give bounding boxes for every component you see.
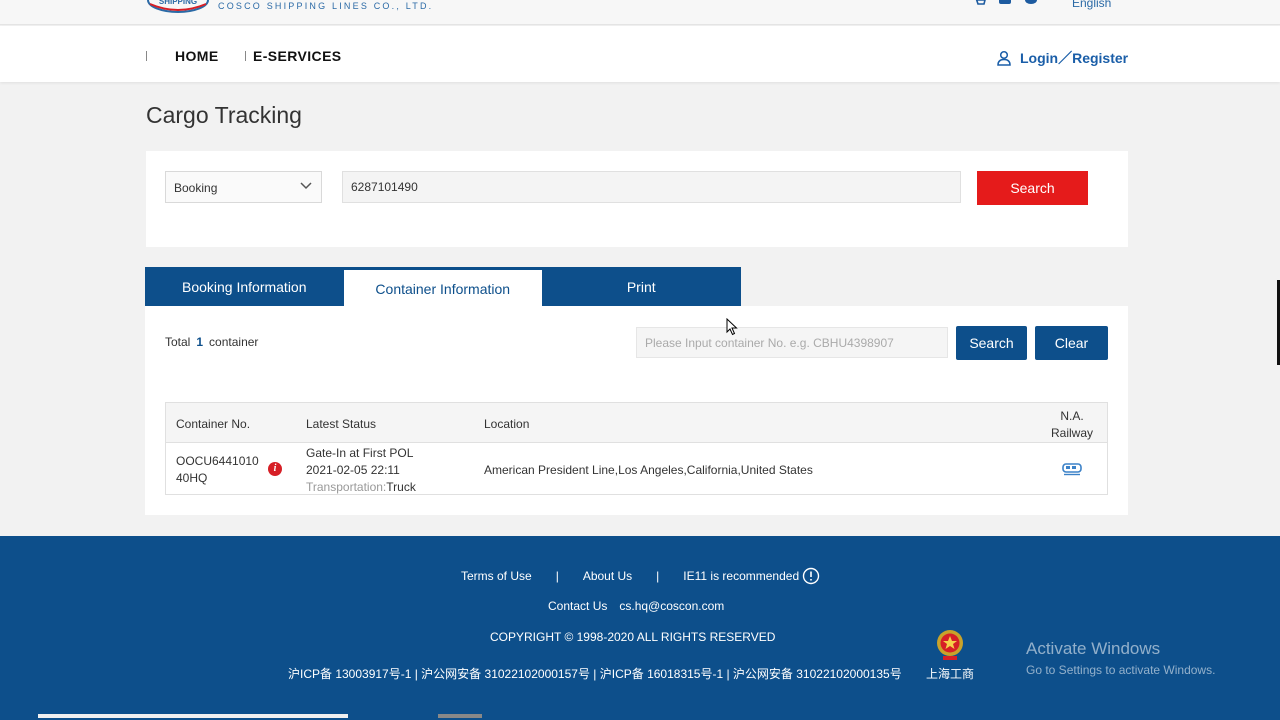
copyright: COPYRIGHT © 1998-2020 ALL RIGHTS RESERVE… (490, 630, 776, 644)
col-location: Location (484, 417, 530, 431)
total-number: 1 (196, 335, 204, 349)
chevron-down-icon (300, 182, 312, 190)
footer-separator: | (656, 569, 660, 583)
message-icon[interactable] (998, 0, 1012, 7)
container-search-input[interactable] (636, 327, 948, 358)
top-strip: SHIPPING COSCO SHIPPING LINES CO., LTD. … (0, 0, 1280, 25)
col-railway-line1: N.A. (1060, 409, 1084, 423)
total-count: Total 1 container (165, 335, 258, 349)
search-card: Booking Search (146, 151, 1128, 247)
nav-divider (245, 51, 246, 61)
contact-us-link[interactable]: Contact Us (548, 599, 607, 613)
mouse-cursor-icon (726, 318, 738, 336)
watermark-title: Activate Windows (1026, 639, 1161, 658)
terms-of-use-link[interactable]: Terms of Use (461, 569, 532, 583)
activate-windows-watermark: Activate Windows Go to Settings to activ… (1026, 639, 1215, 677)
status-datetime: 2021-02-05 22:11 (306, 463, 400, 477)
total-prefix: Total (165, 335, 191, 349)
footer-separator: | (555, 569, 559, 583)
transport-value: Truck (386, 480, 416, 494)
location-text: American President Line,Los Angeles,Cali… (484, 463, 813, 477)
col-railway-line2: Railway (1050, 426, 1093, 440)
chat-icon[interactable] (1024, 0, 1038, 7)
status-cell: Gate-In at First POL 2021-02-05 22:11 Tr… (306, 445, 416, 496)
cosco-logo[interactable]: SHIPPING (146, 0, 210, 14)
video-buffer-bar (438, 714, 482, 718)
company-name: COSCO SHIPPING LINES CO., LTD. (218, 1, 434, 11)
footer: Terms of Use | About Us | IE11 is recomm… (0, 536, 1280, 720)
table-header: Container No. Latest Status Location N.A… (166, 403, 1107, 443)
booking-number-input[interactable] (342, 171, 961, 203)
nav-home[interactable]: HOME (175, 48, 219, 64)
footer-contact: Contact Us cs.hq@coscon.com (548, 599, 724, 613)
top-icons (972, 0, 1038, 7)
language-switch[interactable]: English (1072, 0, 1111, 10)
tab-container-information[interactable]: Container Information (343, 270, 542, 307)
search-type-select[interactable]: Booking (165, 171, 322, 203)
cart-icon[interactable] (972, 0, 986, 7)
train-icon[interactable] (1062, 462, 1082, 476)
login-register-link[interactable]: Login／Register (996, 48, 1128, 68)
shanghai-commerce-link[interactable]: 上海工商 (926, 665, 974, 682)
col-latest-status: Latest Status (306, 417, 377, 431)
about-us-link[interactable]: About Us (583, 569, 632, 583)
container-size-type: 40HQ (176, 471, 208, 485)
container-search-button[interactable]: Search (956, 326, 1027, 360)
result-tabs: Booking Information Container Informatio… (145, 267, 741, 307)
nav-divider (146, 51, 147, 61)
tab-booking-information[interactable]: Booking Information (145, 267, 344, 307)
main-nav: HOME E-SERVICES Login／Register (0, 26, 1280, 82)
icp-record[interactable]: 沪ICP备 13003917号-1 | 沪公网安备 31022102000157… (288, 665, 902, 682)
search-button[interactable]: Search (977, 171, 1088, 205)
watermark-subtitle: Go to Settings to activate Windows. (1026, 663, 1216, 677)
login-register-label: Login／Register (1020, 50, 1129, 66)
status-text: Gate-In at First POL (306, 446, 414, 460)
search-type-value: Booking (174, 181, 218, 195)
contact-email[interactable]: cs.hq@coscon.com (619, 599, 724, 613)
clear-button[interactable]: Clear (1035, 326, 1108, 360)
svg-text:SHIPPING: SHIPPING (159, 0, 197, 6)
container-table: Container No. Latest Status Location N.A… (165, 402, 1108, 495)
alert-circle-icon (802, 567, 820, 585)
table-row: OOCU6441010 40HQ i Gate-In at First POL … (166, 444, 1107, 496)
total-suffix: container (209, 335, 259, 349)
video-progress-bar[interactable] (38, 714, 348, 718)
transport-line: Transportation:Truck (306, 479, 416, 496)
col-railway: N.A. Railway (1046, 408, 1098, 442)
ie-note: IE11 is recommended (683, 569, 800, 583)
container-panel: Total 1 container Search Clear Container N… (145, 306, 1128, 515)
footer-links: Terms of Use | About Us | IE11 is recomm… (461, 567, 820, 585)
page-title: Cargo Tracking (146, 102, 302, 128)
tab-print[interactable]: Print (542, 267, 741, 307)
user-icon (997, 50, 1011, 66)
info-icon[interactable]: i (268, 462, 282, 476)
col-container-no: Container No. (176, 417, 251, 431)
container-number-cell: OOCU6441010 40HQ (176, 453, 259, 487)
transport-label: Transportation: (306, 480, 387, 494)
container-number[interactable]: OOCU6441010 (176, 453, 259, 470)
nav-e-services[interactable]: E-SERVICES (253, 48, 342, 64)
national-emblem-icon[interactable] (935, 629, 965, 661)
